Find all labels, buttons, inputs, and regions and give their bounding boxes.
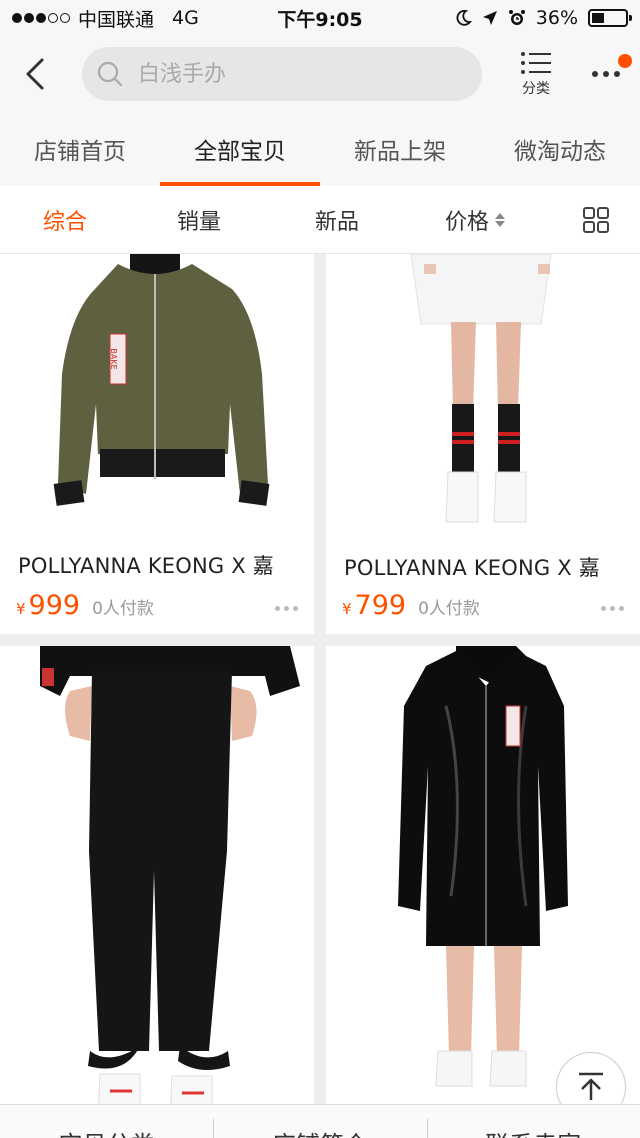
sort-sales[interactable]: 销量 xyxy=(130,204,268,236)
black-vinyl-coat-image xyxy=(326,646,640,1104)
category-button[interactable]: 分类 xyxy=(506,50,566,98)
sort-price-label: 价格 xyxy=(444,209,489,235)
grid-view-icon[interactable] xyxy=(582,206,610,234)
more-icon xyxy=(592,71,620,77)
product-card[interactable] xyxy=(0,646,314,1104)
bottom-item-categories[interactable]: 宝贝分类 xyxy=(0,1105,213,1138)
bottom-bar: 宝贝分类 店铺简介 联系卖家 xyxy=(0,1104,640,1138)
sort-arrows-icon xyxy=(495,212,505,227)
back-button[interactable] xyxy=(0,36,70,112)
shop-tabs: 店铺首页 全部宝贝 新品上架 微淘动态 xyxy=(0,112,640,186)
carrier-name: 中国联通 xyxy=(78,8,155,31)
product-image-black-jeans[interactable] xyxy=(0,646,314,1104)
tab-all-items[interactable]: 全部宝贝 xyxy=(160,112,320,186)
product-card[interactable] xyxy=(326,646,640,1104)
tab-weitao-feed[interactable]: 微淘动态 xyxy=(480,112,640,186)
product-title: POLLYANNA KEONG X 嘉 xyxy=(18,554,274,578)
currency-symbol: ¥ xyxy=(342,600,352,618)
battery-icon xyxy=(588,9,632,27)
sold-count: 0人付款 xyxy=(418,599,480,619)
more-icon[interactable] xyxy=(601,606,624,611)
sort-bar: 综合 销量 新品 价格 xyxy=(0,186,640,254)
product-image-white-skirt[interactable] xyxy=(326,254,640,534)
search-icon xyxy=(97,61,123,87)
search-input[interactable] xyxy=(138,61,458,87)
product-title: POLLYANNA KEONG X 嘉 xyxy=(344,556,600,580)
network-type: 4G xyxy=(172,7,199,29)
moon-icon xyxy=(456,9,472,26)
location-arrow-icon xyxy=(482,11,497,25)
alarm-icon xyxy=(508,10,525,25)
battery-percent: 36% xyxy=(535,7,578,29)
tab-shop-home[interactable]: 店铺首页 xyxy=(0,112,160,186)
bottom-item-shop-intro[interactable]: 店铺简介 xyxy=(213,1105,426,1138)
sold-count: 0人付款 xyxy=(92,599,154,619)
white-skirt-striped-socks-image xyxy=(326,254,640,534)
arrow-up-icon xyxy=(579,1072,603,1100)
product-card[interactable]: POLLYANNA KEONG X 嘉 ¥ 799 0人付款 xyxy=(326,254,640,634)
product-price-row: ¥ 799 0人付款 xyxy=(342,590,480,621)
product-image-olive-bomber[interactable]: BAKE xyxy=(0,254,314,534)
signal-strength-icon xyxy=(12,13,70,23)
bottom-item-contact-seller[interactable]: 联系卖家 xyxy=(426,1105,640,1138)
sort-price[interactable]: 价格 xyxy=(406,204,544,236)
svg-text:BAKE: BAKE xyxy=(109,348,118,369)
status-bar: 中国联通 4G 下午9:05 36% xyxy=(0,0,640,36)
black-flared-jeans-image xyxy=(0,646,314,1104)
more-icon[interactable] xyxy=(275,606,298,611)
product-price: 799 xyxy=(354,590,407,621)
product-card[interactable]: BAKE POLLYANNA KEONG X 嘉 ¥ 999 0人付款 xyxy=(0,254,314,634)
tab-new-arrivals[interactable]: 新品上架 xyxy=(320,112,480,186)
notification-dot xyxy=(618,54,632,68)
currency-symbol: ¥ xyxy=(16,600,26,618)
search-bar[interactable] xyxy=(82,47,482,101)
category-label: 分类 xyxy=(522,81,550,97)
more-options-button[interactable] xyxy=(576,54,636,94)
list-icon xyxy=(521,52,551,74)
product-grid: BAKE POLLYANNA KEONG X 嘉 ¥ 999 0人付款 POLL… xyxy=(0,254,640,1104)
sort-newest[interactable]: 新品 xyxy=(268,204,406,236)
product-price-row: ¥ 999 0人付款 xyxy=(16,590,154,621)
olive-bomber-jacket-image: BAKE xyxy=(0,254,314,534)
product-price: 999 xyxy=(28,590,81,621)
chevron-left-icon xyxy=(26,58,44,90)
product-image-black-coat[interactable] xyxy=(326,646,640,1104)
sort-comprehensive[interactable]: 综合 xyxy=(0,204,130,236)
header: 分类 xyxy=(0,36,640,112)
